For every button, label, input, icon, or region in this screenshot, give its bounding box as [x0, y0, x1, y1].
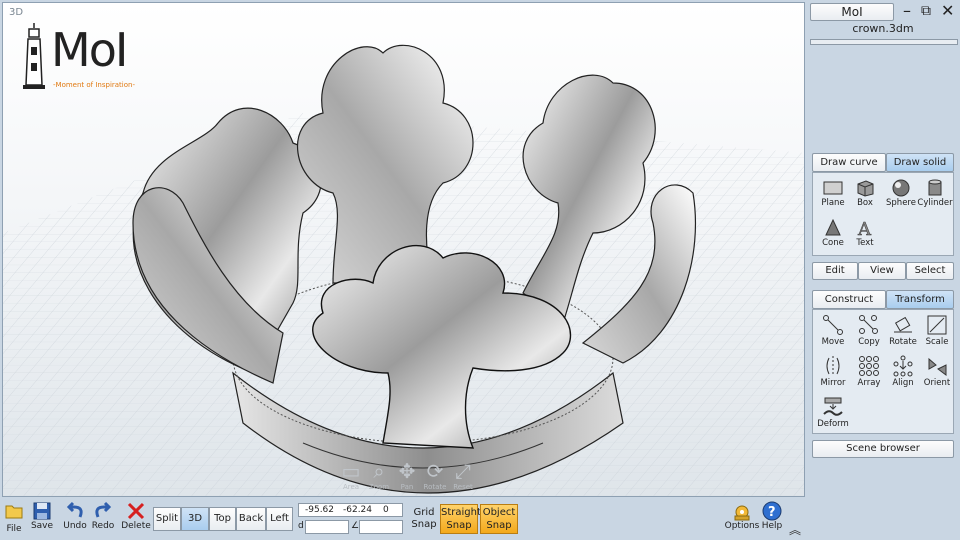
tool-array[interactable]: Array — [851, 355, 887, 388]
coordinate-input[interactable]: -95.62 -62.24 0 — [298, 503, 403, 517]
tool-box[interactable]: Box — [847, 179, 883, 208]
help-icon: ? — [762, 501, 782, 521]
area-zoom-icon: ▭ — [341, 459, 361, 483]
tab-construct[interactable]: Construct — [812, 290, 886, 309]
pan-icon: ✥ — [398, 459, 416, 483]
tool-scale[interactable]: Scale — [919, 314, 955, 347]
tool-orient[interactable]: Orient — [919, 355, 955, 388]
restore-icon[interactable]: ⧉ — [921, 3, 931, 19]
tool-move[interactable]: Move — [815, 314, 851, 347]
tool-align[interactable]: Align — [885, 355, 921, 388]
draw-solid-tools: Plane Box Sphere Cylinder Cone A Text — [812, 172, 954, 256]
coord-y: -62.24 — [343, 505, 373, 515]
redo-button[interactable]: Redo — [90, 501, 116, 531]
options-button[interactable]: Options — [724, 501, 760, 531]
nav-rotate[interactable]: ⟳ Rotate — [421, 459, 449, 491]
plane-icon — [823, 181, 843, 195]
view-left[interactable]: Left — [266, 507, 293, 531]
viewport-3d[interactable]: 3D MoI -Moment of Inspiration- ▭ Area ⌕ … — [2, 2, 805, 497]
rotate-tool-icon — [894, 316, 912, 333]
tool-text[interactable]: A Text — [847, 219, 883, 248]
undo-button[interactable]: Undo — [62, 501, 88, 531]
tool-cone[interactable]: Cone — [815, 219, 851, 248]
options-gear-icon — [734, 505, 750, 521]
tool-plane[interactable]: Plane — [815, 179, 851, 208]
orient-icon — [928, 357, 947, 376]
tab-view[interactable]: View — [858, 262, 906, 280]
app-menu-button[interactable]: MoI — [810, 3, 894, 21]
rotate-icon: ⟳ — [426, 459, 444, 483]
progress-bar — [810, 39, 958, 45]
svg-text:A: A — [857, 219, 872, 237]
scale-icon — [927, 315, 947, 335]
redo-icon — [95, 501, 112, 518]
grid-snap-button[interactable]: Grid Snap — [409, 507, 439, 531]
transform-tools: Move Copy Rotate Scale Mirror Array Alig… — [812, 309, 954, 434]
minimize-icon[interactable]: – — [903, 3, 911, 19]
angle-label: ∠ — [351, 521, 360, 531]
array-icon — [859, 356, 879, 376]
coord-x: -95.62 — [305, 505, 335, 515]
tool-cylinder[interactable]: Cylinder — [917, 179, 953, 208]
straight-snap-button[interactable]: Straight Snap — [440, 504, 481, 534]
help-button[interactable]: ? Help — [760, 501, 784, 531]
scene-browser-button[interactable]: Scene browser — [812, 440, 954, 458]
file-button[interactable]: File — [4, 501, 24, 534]
close-icon[interactable]: ✕ — [941, 3, 954, 19]
collapse-chevron-icon[interactable]: ︽ — [789, 521, 801, 538]
zoom-icon: ⌕ — [373, 459, 385, 483]
tab-draw-curve[interactable]: Draw curve — [812, 153, 886, 172]
tool-mirror[interactable]: Mirror — [815, 355, 851, 388]
side-panel: MoI – ⧉ ✕ crown.3dm Draw curve Draw soli… — [808, 0, 960, 540]
save-button[interactable]: Save — [30, 501, 54, 531]
delete-button[interactable]: Delete — [121, 501, 151, 531]
tool-sphere[interactable]: Sphere — [883, 179, 919, 208]
view-3d[interactable]: 3D — [181, 507, 209, 531]
sphere-icon — [892, 179, 910, 197]
view-split[interactable]: Split — [153, 507, 181, 531]
cone-icon — [825, 219, 841, 236]
view-back[interactable]: Back — [236, 507, 266, 531]
distance-input[interactable] — [305, 520, 349, 534]
angle-input[interactable] — [359, 520, 403, 534]
move-icon — [823, 315, 843, 335]
nav-reset[interactable]: ⤢ Reset — [449, 459, 477, 491]
reset-icon: ⤢ — [455, 459, 471, 483]
undo-icon — [66, 501, 83, 518]
moi-logo: MoI -Moment of Inspiration- — [19, 23, 149, 93]
copy-icon — [859, 315, 878, 334]
logo-text: MoI — [51, 23, 128, 77]
save-icon — [33, 502, 51, 520]
folder-icon — [5, 505, 23, 519]
svg-text:?: ? — [768, 505, 776, 520]
object-snap-button[interactable]: Object Snap — [480, 504, 518, 534]
text-icon: A — [857, 219, 873, 237]
view-top[interactable]: Top — [209, 507, 236, 531]
coord-z: 0 — [383, 505, 389, 515]
tool-rotate[interactable]: Rotate — [885, 314, 921, 347]
nav-pan[interactable]: ✥ Pan — [393, 459, 421, 491]
tool-copy[interactable]: Copy — [851, 314, 887, 347]
mirror-icon — [826, 356, 840, 376]
distance-label: d — [298, 521, 304, 531]
cylinder-icon — [928, 179, 942, 196]
tab-transform[interactable]: Transform — [886, 290, 954, 309]
tool-deform[interactable]: Deform — [815, 396, 851, 429]
delete-icon — [127, 502, 145, 520]
lighthouse-icon — [23, 23, 45, 89]
align-icon — [893, 355, 913, 377]
filename: crown.3dm — [852, 22, 914, 35]
tab-select[interactable]: Select — [906, 262, 954, 280]
logo-tagline: -Moment of Inspiration- — [53, 81, 135, 89]
box-icon — [857, 180, 874, 197]
bottom-toolbar: File Save Undo Redo Delete Split 3D Top … — [0, 499, 808, 540]
deform-icon — [823, 397, 843, 416]
nav-zoom[interactable]: ⌕ Zoom — [365, 459, 393, 491]
nav-area[interactable]: ▭ Area — [337, 459, 365, 491]
view-navigation-bar: ▭ Area ⌕ Zoom ✥ Pan ⟳ Rotate ⤢ Reset — [337, 459, 477, 496]
tab-edit[interactable]: Edit — [812, 262, 858, 280]
viewport-label: 3D — [9, 7, 24, 18]
tab-draw-solid[interactable]: Draw solid — [886, 153, 954, 172]
